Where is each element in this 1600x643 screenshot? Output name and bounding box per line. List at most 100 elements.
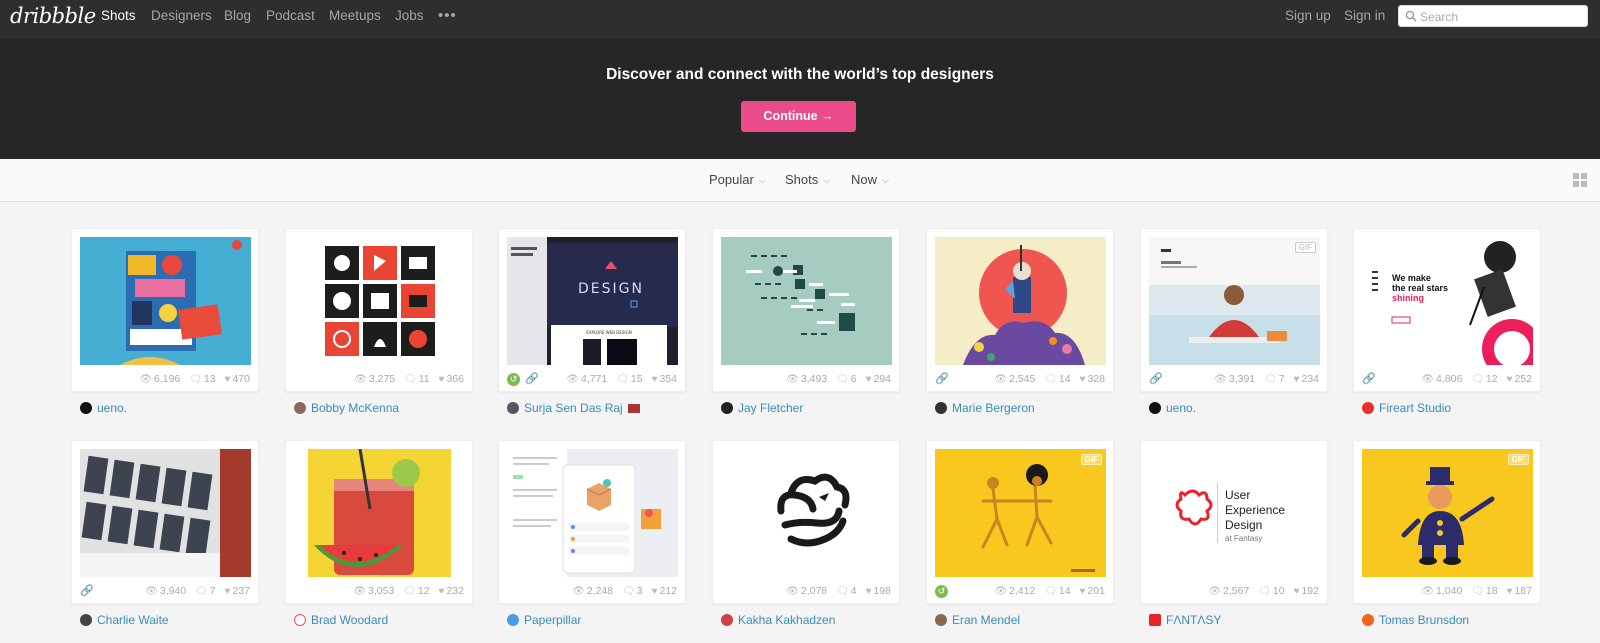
continue-button[interactable]: Continue →	[741, 101, 856, 132]
shot-thumbnail[interactable]	[507, 449, 678, 577]
avatar	[80, 402, 92, 414]
likes-count[interactable]: ♥ 294	[866, 373, 891, 385]
sign-in-link[interactable]: Sign in	[1344, 8, 1385, 23]
sort-filter[interactable]: Popular ⌵	[709, 172, 766, 187]
shot-thumbnail[interactable]: User Experience Design at Fantasy	[1149, 449, 1320, 577]
avatar	[507, 614, 519, 626]
shot-author[interactable]: Kakha Kakhadzen	[721, 613, 835, 627]
shot-thumbnail[interactable]	[721, 237, 892, 365]
comments-count[interactable]: 🗨 11	[404, 373, 430, 385]
shot-thumbnail[interactable]	[80, 449, 251, 577]
shot-author[interactable]: Fireart Studio	[1362, 401, 1451, 415]
attachment-icon[interactable]: 🔗	[935, 372, 949, 385]
comments-count[interactable]: 🗨 14	[1044, 373, 1070, 385]
dribbble-logo[interactable]: dribbble	[10, 4, 96, 28]
likes-count[interactable]: ♥ 366	[439, 373, 464, 385]
comments-count[interactable]: 🗨 7	[195, 585, 216, 597]
comments-count[interactable]: 🗨 12	[403, 585, 429, 597]
nav-meetups[interactable]: Meetups	[329, 8, 381, 23]
views-count: 👁 1,040	[1421, 585, 1463, 597]
attachment-icon[interactable]: 🔗	[1362, 372, 1376, 385]
shot-card[interactable]: 👁 3,275 🗨 11 ♥ 366	[285, 228, 473, 392]
likes-count[interactable]: ♥ 470	[225, 373, 250, 385]
shot-card[interactable]: GIF 👁 1,040 🗨 18 ♥ 187	[1353, 440, 1541, 604]
comments-count[interactable]: 🗨 18	[1471, 585, 1497, 597]
comments-count[interactable]: 🗨 12	[1471, 373, 1497, 385]
shot-author[interactable]: Brad Woodard	[294, 613, 388, 627]
likes-count[interactable]: ♥ 201	[1080, 585, 1105, 597]
more-menu-icon[interactable]: •••	[438, 7, 457, 24]
rebound-icon[interactable]: ↺	[935, 585, 948, 598]
nav-shots[interactable]: Shots	[101, 8, 136, 23]
time-filter[interactable]: Now ⌵	[851, 172, 889, 187]
shot-thumbnail[interactable]: We make the real stars shining	[1362, 237, 1533, 365]
comments-count[interactable]: 🗨 7	[1264, 373, 1285, 385]
top-nav: dribbble Shots Designers Blog Podcast Me…	[0, 0, 1600, 39]
comments-count[interactable]: 🗨 15	[616, 373, 642, 385]
shot-author[interactable]: ueno.	[1149, 401, 1196, 415]
attachment-icon[interactable]: 🔗	[525, 372, 539, 385]
shot-author[interactable]: Paperpillar	[507, 613, 581, 627]
comments-count[interactable]: 🗨 14	[1044, 585, 1070, 597]
likes-count[interactable]: ♥ 212	[652, 585, 677, 597]
shot-author[interactable]: ueno.	[80, 401, 127, 415]
comments-count[interactable]: 🗨 3	[622, 585, 643, 597]
nav-jobs[interactable]: Jobs	[395, 8, 424, 23]
attachment-icon[interactable]: 🔗	[1149, 372, 1163, 385]
shot-thumbnail[interactable]: GIF	[935, 449, 1106, 577]
sign-up-link[interactable]: Sign up	[1285, 8, 1331, 23]
shot-card[interactable]: 👁 3,493 🗨 6 ♥ 294	[712, 228, 900, 392]
shot-author[interactable]: Jay Fletcher	[721, 401, 803, 415]
shot-thumbnail[interactable]	[294, 449, 465, 577]
attachment-icon[interactable]: 🔗	[80, 584, 94, 597]
shot-thumbnail[interactable]	[294, 237, 465, 365]
shot-author[interactable]: Bobby McKenna	[294, 401, 399, 415]
likes-count[interactable]: ♥ 234	[1294, 373, 1319, 385]
comment-icon: 🗨	[189, 374, 202, 385]
shot-card[interactable]: 👁 3,053 🗨 12 ♥ 232	[285, 440, 473, 604]
grid-view-icon[interactable]	[1573, 173, 1587, 187]
comments-count[interactable]: 🗨 4	[836, 585, 857, 597]
shot-author[interactable]: Surja Sen Das Raj	[507, 401, 640, 415]
shot-card[interactable]: GIF 🔗 👁 3,391 🗨 7 ♥ 234	[1140, 228, 1328, 392]
likes-count[interactable]: ♥ 354	[652, 373, 677, 385]
shot-card[interactable]: 👁 2,078 🗨 4 ♥ 198	[712, 440, 900, 604]
eye-icon: 👁	[1214, 374, 1227, 385]
shot-author[interactable]: FΛNTΛSY	[1149, 613, 1221, 627]
likes-count[interactable]: ♥ 198	[866, 585, 891, 597]
shot-card[interactable]: We make the real stars shining 🔗 👁 4,806 …	[1353, 228, 1541, 392]
comments-count[interactable]: 🗨 6	[836, 373, 857, 385]
shot-author[interactable]: Charlie Waite	[80, 613, 169, 627]
likes-count[interactable]: ♥ 237	[225, 585, 250, 597]
likes-count[interactable]: ♥ 232	[439, 585, 464, 597]
shot-author[interactable]: Tomas Brunsdon	[1362, 613, 1469, 627]
likes-count[interactable]: ♥ 328	[1080, 373, 1105, 385]
shot-card[interactable]: 👁 2,248 🗨 3 ♥ 212	[498, 440, 686, 604]
shot-author[interactable]: Eran Mendel	[935, 613, 1020, 627]
nav-designers[interactable]: Designers	[151, 8, 212, 23]
search-input[interactable]	[1420, 8, 1580, 25]
shot-card[interactable]: DESIGN EXPLORE WEB DESIGN ↺ 🔗 👁 4,771 🗨 15…	[498, 228, 686, 392]
shot-thumbnail[interactable]	[80, 237, 251, 365]
shot-card[interactable]: GIF ↺ 👁 2,412 🗨 14 ♥ 201	[926, 440, 1114, 604]
shot-card[interactable]: 🔗 👁 3,940 🗨 7 ♥ 237	[71, 440, 259, 604]
likes-count[interactable]: ♥ 187	[1507, 585, 1532, 597]
type-filter[interactable]: Shots ⌵	[785, 172, 830, 187]
nav-blog[interactable]: Blog	[224, 8, 251, 23]
shot-author[interactable]: Marie Bergeron	[935, 401, 1035, 415]
shot-thumbnail[interactable]: GIF	[1362, 449, 1533, 577]
shot-card[interactable]: 🔗 👁 2,545 🗨 14 ♥ 328	[926, 228, 1114, 392]
shot-card[interactable]: User Experience Design at Fantasy 👁 2,567…	[1140, 440, 1328, 604]
likes-count[interactable]: ♥ 192	[1294, 585, 1319, 597]
rebound-icon[interactable]: ↺	[507, 373, 520, 386]
shot-thumbnail[interactable]: DESIGN EXPLORE WEB DESIGN	[507, 237, 678, 365]
comments-count[interactable]: 🗨 13	[189, 373, 215, 385]
avatar	[1149, 402, 1161, 414]
shot-card[interactable]: 👁 6,196 🗨 13 ♥ 470	[71, 228, 259, 392]
comments-count[interactable]: 🗨 10	[1258, 585, 1284, 597]
shot-thumbnail[interactable]	[935, 237, 1106, 365]
shot-thumbnail[interactable]: GIF	[1149, 237, 1320, 365]
nav-podcast[interactable]: Podcast	[266, 8, 315, 23]
shot-thumbnail[interactable]	[721, 449, 892, 577]
likes-count[interactable]: ♥ 252	[1507, 373, 1532, 385]
